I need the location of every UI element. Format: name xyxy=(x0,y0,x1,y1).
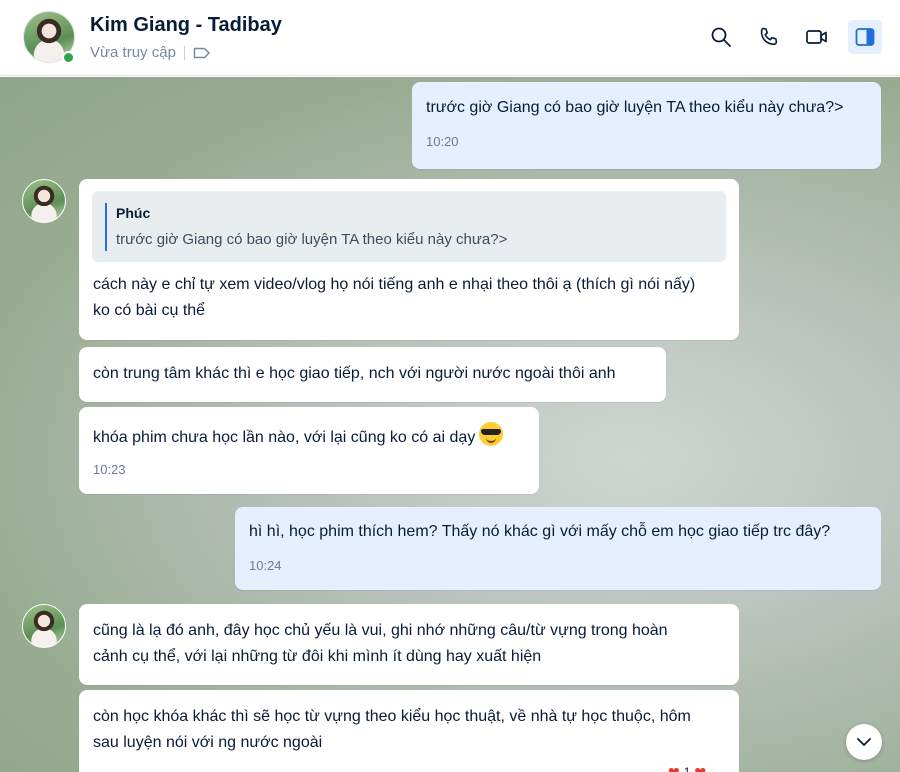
message-text: trước giờ Giang có bao giờ luyện TA theo… xyxy=(426,99,844,116)
message-text: hì hì, học phim thích hem? Thấy nó khác … xyxy=(249,523,831,540)
message-bubble-sent[interactable]: hì hì, học phim thích hem? Thấy nó khác … xyxy=(235,507,881,590)
contact-avatar-small[interactable] xyxy=(22,179,66,223)
contact-status-row: Vừa truy cập xyxy=(90,44,211,61)
message-bubble-received[interactable]: khóa phim chưa học lần nào, với lại cũng… xyxy=(79,407,539,494)
search-icon[interactable] xyxy=(704,20,738,54)
message-bubble-received[interactable]: cũng là lạ đó anh, đây học chủ yếu là vu… xyxy=(79,604,739,685)
message-time: 10:20 xyxy=(426,134,459,149)
message-text-row: khóa phim chưa học lần nào, với lại cũng… xyxy=(79,407,539,451)
quote-text: trước giờ Giang có bao giờ luyện TA theo… xyxy=(116,231,508,248)
message-time: 10:23 xyxy=(93,462,126,477)
message-text: cũng là lạ đó anh, đây học chủ yếu là vu… xyxy=(93,622,668,665)
header-actions xyxy=(704,20,882,54)
message-text: còn học khóa khác thì sẽ học từ vựng the… xyxy=(93,708,691,751)
contact-status: Vừa truy cập xyxy=(90,44,176,61)
message-text: khóa phim chưa học lần nào, với lại cũng… xyxy=(93,429,476,446)
heart-icon[interactable]: ❤ xyxy=(694,764,706,772)
message-time: 10:24 xyxy=(249,558,282,573)
online-status-dot xyxy=(62,51,75,64)
quoted-message[interactable]: Phúc trước giờ Giang có bao giờ luyện TA… xyxy=(92,191,726,262)
sidebar-toggle-icon[interactable] xyxy=(848,20,882,54)
status-divider xyxy=(183,45,185,60)
phone-icon[interactable] xyxy=(752,20,786,54)
reaction-count: 1 xyxy=(683,765,691,772)
video-call-icon[interactable] xyxy=(800,20,834,54)
tag-icon[interactable] xyxy=(193,46,211,60)
chevron-down-icon xyxy=(857,738,871,746)
message-bubble-received[interactable]: Phúc trước giờ Giang có bao giờ luyện TA… xyxy=(79,179,739,340)
reaction-badge[interactable]: ❤ 1 ❤ xyxy=(662,761,713,772)
sunglasses-emoji-icon xyxy=(479,422,504,446)
message-bubble-sent[interactable]: trước giờ Giang có bao giờ luyện TA theo… xyxy=(412,82,881,169)
contact-avatar-small[interactable] xyxy=(22,604,66,648)
message-text: còn trung tâm khác thì e học giao tiếp, … xyxy=(93,365,616,382)
chat-message-area[interactable]: trước giờ Giang có bao giờ luyện TA theo… xyxy=(0,77,900,772)
message-text: cách này e chỉ tự xem video/vlog họ nói … xyxy=(93,276,696,319)
chat-header: Kim Giang - Tadibay Vừa truy cập xyxy=(0,0,900,76)
quote-author: Phúc xyxy=(116,205,151,221)
scroll-to-bottom-button[interactable] xyxy=(846,724,882,760)
heart-icon: ❤ xyxy=(668,763,680,772)
message-bubble-received[interactable]: còn trung tâm khác thì e học giao tiếp, … xyxy=(79,347,666,402)
contact-name[interactable]: Kim Giang - Tadibay xyxy=(90,14,282,37)
message-bubble-received[interactable]: còn học khóa khác thì sẽ học từ vựng the… xyxy=(79,690,739,772)
